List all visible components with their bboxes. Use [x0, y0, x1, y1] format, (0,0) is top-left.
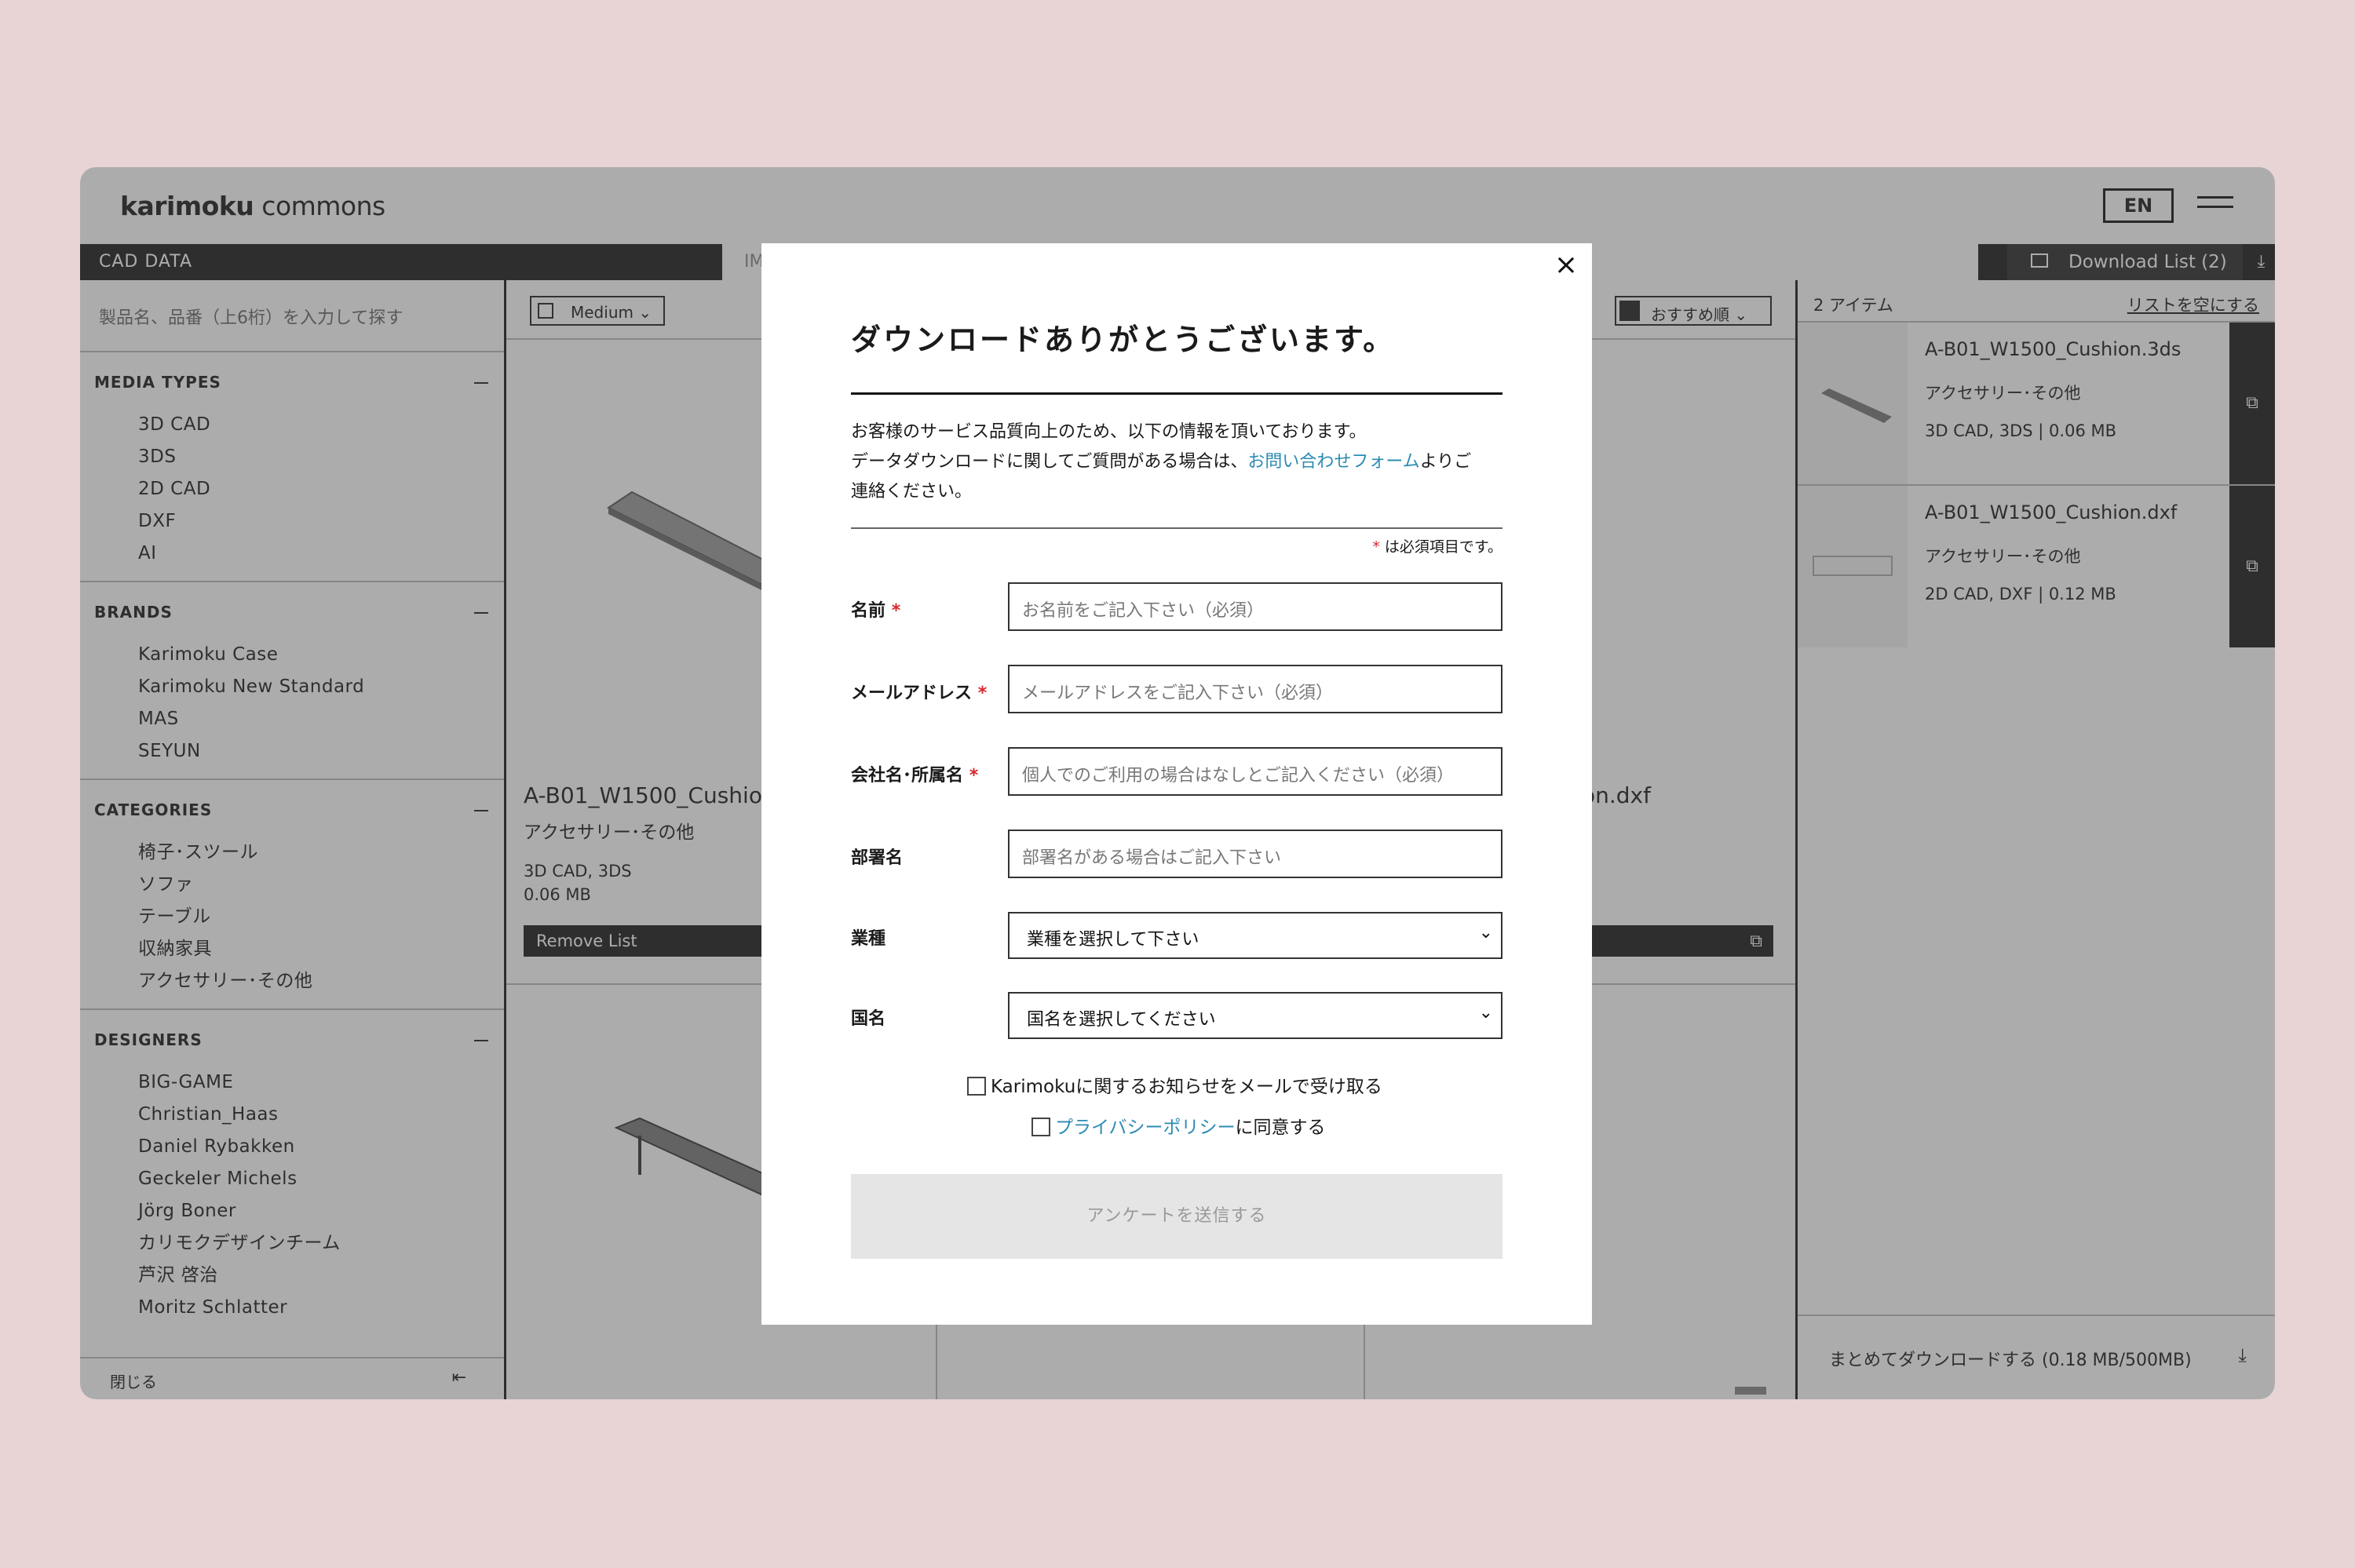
chevron-down-icon: ⌄ — [1478, 1003, 1493, 1023]
survey-modal: × ダウンロードありがとうございます。 お客様のサービス品質向上のため、以下の情… — [761, 243, 1592, 1325]
email-label: メールアドレス * — [851, 684, 988, 703]
privacy-policy-link[interactable]: プライバシーポリシー — [1055, 1118, 1236, 1138]
divider — [851, 392, 1502, 395]
submit-button[interactable]: アンケートを送信する — [851, 1174, 1502, 1259]
divider — [851, 527, 1502, 529]
department-label: 部署名 — [851, 848, 904, 868]
required-note: * は必須項目です。 — [1372, 538, 1502, 556]
department-field[interactable]: 部署名がある場合はご記入下さい — [1008, 830, 1502, 878]
name-field[interactable]: お名前をご記入下さい（必須） — [1008, 582, 1502, 631]
email-field[interactable]: メールアドレスをご記入下さい（必須） — [1008, 665, 1502, 713]
checkbox[interactable] — [967, 1077, 986, 1096]
industry-label: 業種 — [851, 929, 886, 949]
contact-form-link[interactable]: お問い合わせフォーム — [1247, 452, 1419, 472]
country-label: 国名 — [851, 1009, 886, 1029]
country-select[interactable]: 国名を選択してください ⌄ — [1008, 992, 1502, 1039]
company-field[interactable]: 個人でのご利用の場合はなしとご記入ください（必須） — [1008, 747, 1502, 796]
newsletter-checkbox[interactable]: Karimokuに関するお知らせをメールで受け取る — [967, 1071, 1382, 1098]
name-label: 名前 * — [851, 601, 901, 621]
privacy-checkbox[interactable]: プライバシーポリシーに同意する — [1031, 1112, 1326, 1139]
company-label: 会社名･所属名 * — [851, 766, 979, 786]
checkbox[interactable] — [1031, 1118, 1050, 1136]
chevron-down-icon: ⌄ — [1478, 923, 1493, 943]
modal-title: ダウンロードありがとうございます。 — [851, 323, 1396, 357]
industry-select[interactable]: 業種を選択して下さい ⌄ — [1008, 912, 1502, 959]
modal-intro: お客様のサービス品質向上のため、以下の情報を頂いております。 データダウンロード… — [851, 422, 1472, 501]
close-icon[interactable]: × — [1554, 250, 1578, 281]
